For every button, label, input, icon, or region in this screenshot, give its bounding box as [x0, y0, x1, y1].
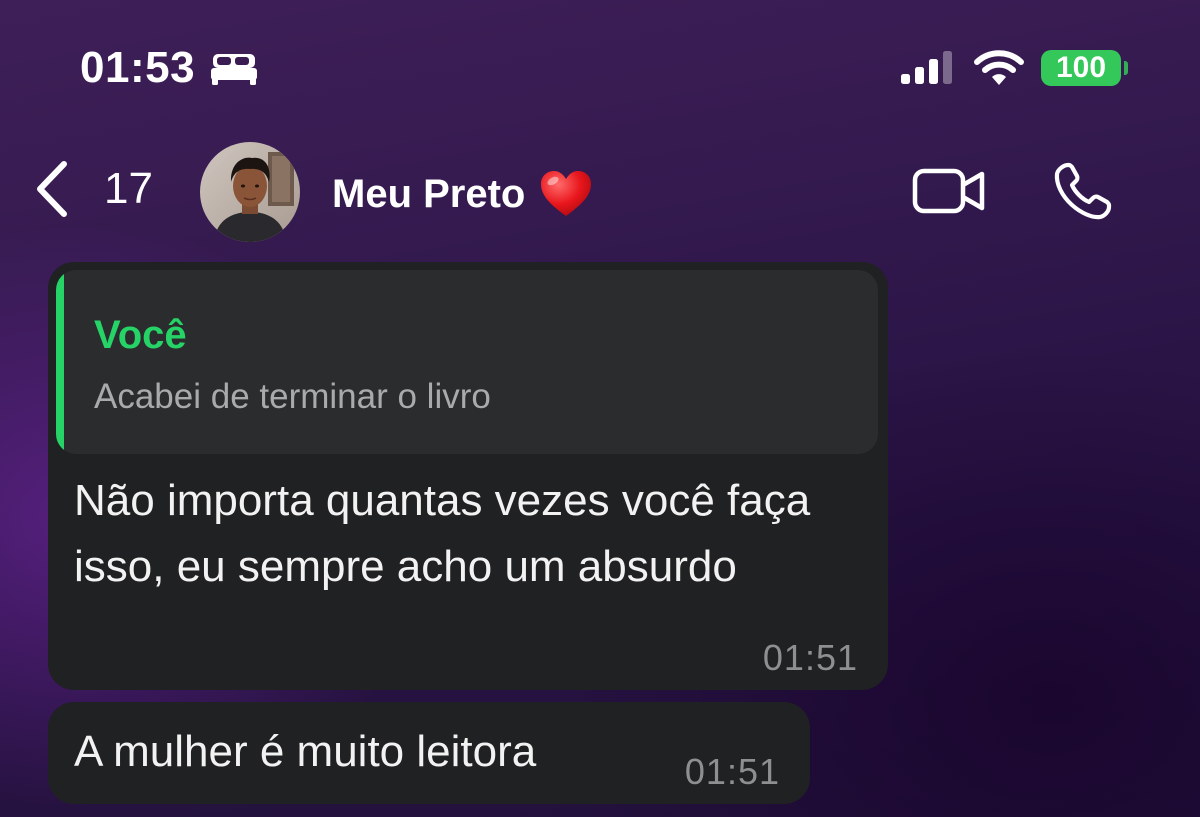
- chat-header: 17 Meu Preto: [0, 120, 1200, 256]
- quote-accent-bar: [56, 270, 64, 454]
- message-bubble-received[interactable]: Você Acabei de terminar o livro Não impo…: [48, 262, 888, 690]
- voice-call-button[interactable]: [1052, 160, 1114, 222]
- status-time: 01:53: [80, 43, 196, 92]
- back-button[interactable]: 17: [30, 156, 153, 222]
- chevron-left-icon: [30, 156, 74, 222]
- phone-icon: [1054, 162, 1112, 220]
- video-call-button[interactable]: [912, 166, 986, 216]
- cellular-signal-icon: [899, 48, 955, 88]
- wifi-icon: [973, 48, 1025, 88]
- message-bubble-received[interactable]: A mulher é muito leitora 01:51: [48, 702, 810, 804]
- battery-cap: [1124, 61, 1128, 75]
- status-time-group: 01:53: [80, 40, 259, 96]
- video-camera-icon: [912, 168, 985, 214]
- message-text: A mulher é muito leitora: [74, 727, 537, 776]
- avatar[interactable]: [200, 142, 300, 242]
- unread-count: 17: [104, 164, 153, 213]
- quoted-message[interactable]: Você Acabei de terminar o livro: [56, 270, 878, 454]
- status-bar: 01:53 100: [0, 0, 1200, 120]
- contact-title[interactable]: Meu Preto: [332, 166, 593, 222]
- message-text: Não importa quantas vezes você faça isso…: [74, 476, 811, 591]
- message-timestamp: 01:51: [684, 751, 780, 792]
- quote-author: Você: [94, 313, 187, 357]
- message-timestamp: 01:51: [762, 637, 858, 678]
- status-indicators: 100: [899, 48, 1128, 88]
- battery-level: 100: [1041, 50, 1121, 86]
- heart-icon: [539, 169, 593, 219]
- battery-indicator: 100: [1041, 50, 1128, 86]
- bed-icon: [209, 48, 259, 88]
- contact-name: Meu Preto: [332, 172, 526, 216]
- quote-text: Acabei de terminar o livro: [94, 377, 491, 416]
